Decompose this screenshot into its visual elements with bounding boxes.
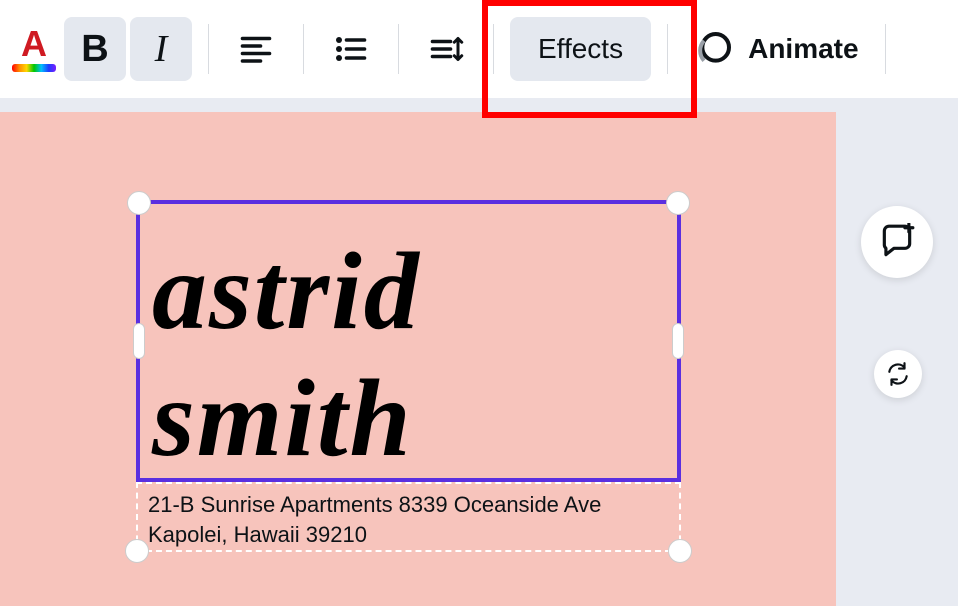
resize-handle-bottom-left[interactable] (125, 539, 149, 563)
address-text-box[interactable]: 21-B Sunrise Apartments 8339 Oceanside A… (136, 482, 681, 552)
italic-button[interactable]: I (130, 17, 192, 81)
resize-handle-top-right[interactable] (666, 191, 690, 215)
effects-label: Effects (538, 33, 623, 65)
comment-plus-icon (878, 223, 916, 261)
resize-handle-left[interactable] (133, 323, 145, 359)
resize-handle-right[interactable] (672, 323, 684, 359)
italic-icon: I (155, 27, 168, 71)
font-color-letter: A (21, 26, 47, 62)
toolbar-divider (493, 24, 494, 74)
toolbar-divider (885, 24, 886, 74)
bullet-list-icon (333, 31, 369, 67)
resize-handle-bottom-right[interactable] (668, 539, 692, 563)
side-panel (836, 112, 958, 606)
bold-button[interactable]: B (64, 17, 126, 81)
effects-button[interactable]: Effects (510, 17, 651, 81)
list-button[interactable] (320, 17, 382, 81)
animate-label: Animate (748, 33, 858, 65)
toolbar-divider (303, 24, 304, 74)
align-left-icon (238, 31, 274, 67)
address-text[interactable]: 21-B Sunrise Apartments 8339 Oceanside A… (148, 490, 669, 549)
canvas[interactable]: astrid smith 21-B Sunrise Apartments 833… (0, 112, 836, 606)
animate-button[interactable]: Animate (684, 29, 868, 69)
bold-icon: B (81, 28, 108, 71)
toolbar-divider (398, 24, 399, 74)
resize-handle-top-left[interactable] (127, 191, 151, 215)
toolbar-divider (208, 24, 209, 74)
animate-icon (694, 29, 734, 69)
line-spacing-icon (428, 31, 464, 67)
toolbar: A B I Effects (0, 0, 958, 98)
selected-text-box[interactable]: astrid smith (136, 200, 681, 482)
comment-button[interactable] (861, 206, 933, 278)
color-swatch-bar (12, 64, 56, 72)
rotate-button[interactable] (874, 350, 922, 398)
font-color-button[interactable]: A (8, 17, 60, 81)
spacing-button[interactable] (415, 17, 477, 81)
toolbar-divider (667, 24, 668, 74)
rotate-icon (885, 361, 911, 387)
name-text[interactable]: astrid smith (140, 204, 677, 481)
align-button[interactable] (225, 17, 287, 81)
